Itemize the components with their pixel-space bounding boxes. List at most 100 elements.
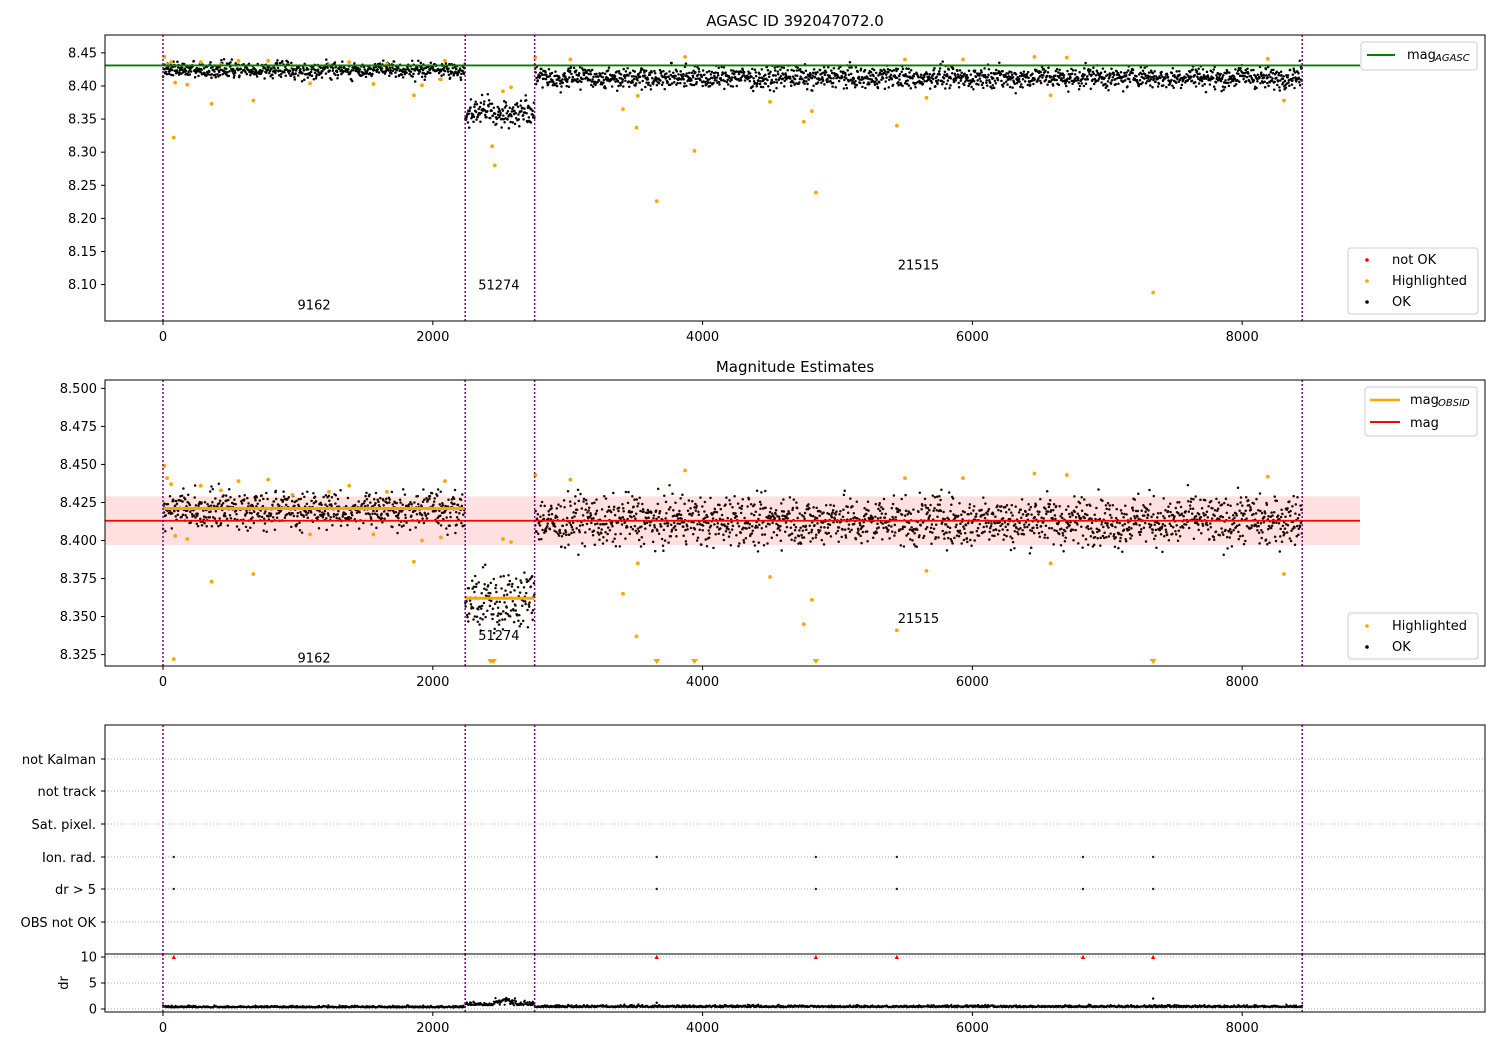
ok-point (665, 512, 668, 515)
ok-point (448, 524, 452, 527)
ok-point (1022, 533, 1026, 536)
ok-point (645, 516, 648, 520)
ok-point (659, 79, 662, 82)
highlighted-point (169, 60, 173, 65)
highlighted-point (171, 135, 176, 140)
ok-point (892, 68, 896, 72)
ok-point (972, 505, 976, 508)
ok-point (988, 538, 991, 541)
ok-point (756, 526, 759, 529)
ok-point (164, 70, 167, 74)
ok-point (305, 502, 309, 506)
ok-point (1076, 523, 1079, 526)
ok-point (283, 71, 286, 74)
ok-point (960, 513, 963, 516)
ok-point (860, 541, 863, 545)
ok-point (324, 72, 328, 75)
ok-point (475, 118, 478, 121)
ok-point (258, 499, 262, 502)
ok-point (802, 515, 805, 518)
ok-point (704, 538, 707, 541)
ok-point (732, 69, 735, 72)
panel1-title: AGASC ID 392047072.0 (706, 12, 884, 30)
ok-point (496, 620, 499, 624)
ok-point (1066, 69, 1069, 73)
ok-point (302, 67, 305, 70)
ok-point (685, 84, 688, 88)
ok-point (925, 72, 929, 76)
ok-point (1074, 69, 1077, 72)
ok-point (948, 86, 951, 90)
ok-point (1019, 526, 1022, 530)
ok-point (970, 544, 973, 548)
ok-point (799, 75, 802, 78)
ok-point (729, 84, 733, 88)
ok-point (955, 534, 959, 537)
ok-point (674, 501, 677, 504)
ok-point (275, 512, 278, 515)
ok-point (880, 512, 884, 515)
ok-point (183, 497, 187, 501)
ok-point (750, 532, 754, 535)
ok-point (508, 583, 511, 586)
ok-point (629, 525, 633, 529)
ok-point (601, 71, 604, 75)
ok-point (794, 526, 798, 529)
ok-point (1128, 80, 1132, 84)
ok-point (1050, 75, 1053, 79)
ok-point (594, 83, 597, 87)
ok-point (1046, 536, 1049, 540)
ok-point (834, 513, 837, 516)
ok-point (473, 103, 477, 106)
ok-point (835, 510, 838, 513)
ok-point (921, 504, 924, 507)
ok-point (810, 530, 813, 534)
ok-point (504, 589, 507, 592)
ok-point (1068, 524, 1071, 527)
ok-point (642, 510, 645, 513)
ok-point (1125, 71, 1128, 74)
ok-point (790, 68, 793, 72)
ok-point (479, 101, 483, 104)
ok-point (808, 506, 811, 510)
ok-point (227, 74, 231, 78)
ok-point (1222, 73, 1225, 77)
ok-point (1077, 87, 1081, 91)
ok-point (932, 509, 935, 512)
ok-point (1212, 68, 1216, 71)
panel1-legend-bottom: not OK Highlighted OK (1347, 247, 1479, 315)
ok-point (910, 526, 913, 529)
ok-point (802, 79, 806, 83)
ok-point (820, 538, 824, 542)
ok-point (209, 504, 213, 507)
ok-point (670, 61, 673, 65)
ok-point (519, 104, 522, 107)
ok-point (656, 502, 660, 506)
ok-point (875, 82, 879, 86)
ok-point (1000, 505, 1003, 508)
ok-point (610, 85, 614, 88)
ok-point (306, 516, 310, 519)
ok-point (633, 524, 637, 528)
ok-point (362, 521, 365, 525)
ok-point (647, 81, 650, 84)
ok-point (261, 504, 265, 508)
ok-point (670, 82, 674, 85)
ok-point (262, 517, 266, 521)
ok-point (809, 540, 812, 543)
ok-point (884, 512, 887, 516)
ok-point (760, 526, 764, 530)
ok-point (475, 102, 479, 106)
ok-point (536, 79, 540, 82)
ok-point (327, 513, 330, 517)
ok-point (715, 76, 719, 79)
ok-point (842, 508, 845, 512)
ok-point (799, 67, 802, 71)
ok-point (372, 509, 375, 513)
ok-point (1090, 521, 1094, 525)
ok-point (753, 544, 757, 547)
ok-point (805, 75, 808, 79)
ok-point (439, 490, 442, 494)
ok-point (286, 60, 290, 64)
ok-point (485, 115, 488, 119)
